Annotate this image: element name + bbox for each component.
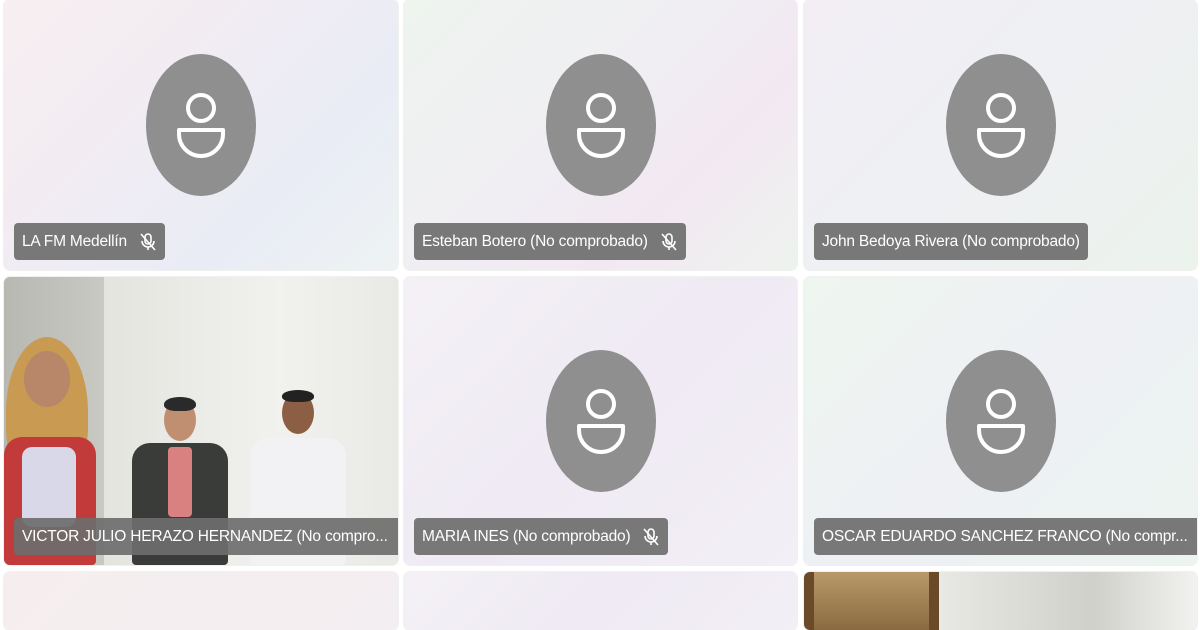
avatar-icon (945, 54, 1056, 196)
participant-tile[interactable]: John Bedoya Rivera (No comprobado) (804, 0, 1197, 270)
avatar-icon (146, 54, 256, 196)
participant-name-label: VICTOR JULIO HERAZO HERNANDEZ (No compro… (14, 518, 398, 555)
participant-tile[interactable]: Esteban Botero (No comprobado) (404, 0, 797, 270)
participant-tile[interactable]: MARIA INES (No comprobado) (404, 277, 797, 565)
participant-tile[interactable] (4, 572, 398, 630)
participant-name-label: John Bedoya Rivera (No comprobado) (814, 223, 1088, 260)
avatar-icon (945, 350, 1056, 492)
participant-tile[interactable]: LA FM Medellín (4, 0, 398, 270)
participant-name-label: Esteban Botero (No comprobado) (414, 223, 686, 260)
mic-off-icon (139, 232, 157, 252)
mic-off-icon (642, 527, 660, 547)
participant-name-label: OSCAR EDUARDO SANCHEZ FRANCO (No compr..… (814, 518, 1197, 555)
participant-name: MARIA INES (No comprobado) (422, 527, 631, 545)
participant-tile[interactable] (404, 572, 797, 630)
participant-name: John Bedoya Rivera (No comprobado) (822, 232, 1080, 250)
video-background (939, 572, 1197, 630)
participant-video-tile[interactable] (804, 572, 1197, 630)
mic-off-icon (660, 232, 678, 252)
participant-name: Esteban Botero (No comprobado) (422, 232, 648, 250)
avatar-icon (545, 350, 656, 492)
participant-name-label: MARIA INES (No comprobado) (414, 518, 669, 555)
participant-video-tile[interactable]: VICTOR JULIO HERAZO HERNANDEZ (No compro… (4, 277, 398, 565)
video-background (804, 572, 939, 630)
participant-name: VICTOR JULIO HERAZO HERNANDEZ (No compro… (22, 527, 388, 545)
participant-tile[interactable]: OSCAR EDUARDO SANCHEZ FRANCO (No compr..… (804, 277, 1197, 565)
participant-name: LA FM Medellín (22, 232, 127, 250)
avatar-icon (545, 54, 656, 196)
participant-name: OSCAR EDUARDO SANCHEZ FRANCO (No compr..… (822, 527, 1188, 545)
participant-name-label: LA FM Medellín (14, 223, 165, 260)
